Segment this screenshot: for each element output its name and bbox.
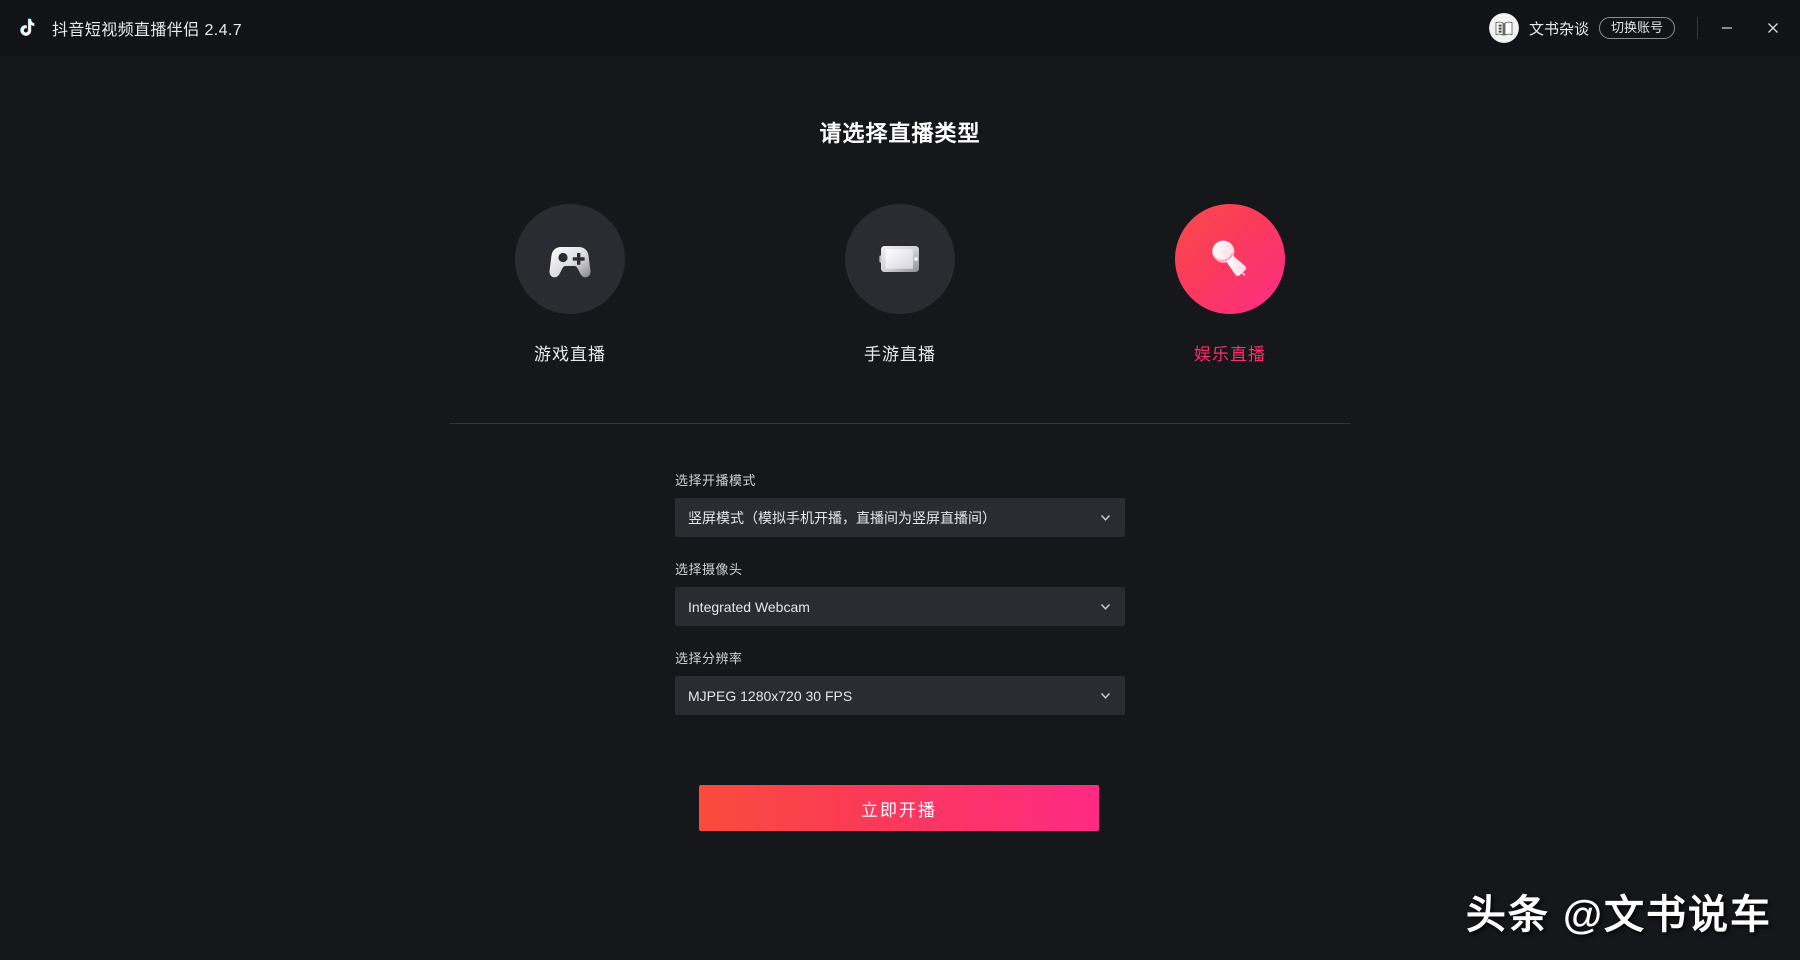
username: 文书杂谈: [1528, 20, 1589, 38]
app-title: 抖音短视频直播伴侣 2.4.7: [52, 22, 243, 39]
open-book-avatar[interactable]: [1488, 13, 1519, 43]
titlebar-right-group: 文书杂谈 切换账号: [1488, 0, 1800, 56]
titlebar-divider: [1697, 17, 1698, 39]
stream-type-game-label: 游戏直播: [534, 345, 606, 364]
switch-account-button[interactable]: 切换账号: [1598, 17, 1675, 39]
page-title: 请选择直播类型: [819, 121, 981, 146]
tiktok-note-icon: [14, 15, 40, 41]
field-mode: 选择开播模式 竖屏模式（模拟手机开播，直播间为竖屏直播间）: [675, 470, 1125, 537]
field-camera: 选择摄像头 Integrated Webcam: [675, 559, 1125, 626]
stream-type-game[interactable]: 游戏直播: [491, 204, 649, 365]
camera-select-value: Integrated Webcam: [688, 598, 810, 615]
resolution-select[interactable]: MJPEG 1280x720 30 FPS: [675, 676, 1125, 715]
microphone-icon: [1210, 240, 1247, 277]
resolution-select-value: MJPEG 1280x720 30 FPS: [688, 687, 853, 704]
chevron-down-icon: [1098, 510, 1113, 525]
close-icon[interactable]: [1750, 0, 1796, 56]
phone-landscape-icon: [879, 246, 919, 272]
resolution-label: 选择分辨率: [675, 651, 743, 666]
camera-label: 选择摄像头: [675, 562, 743, 577]
chevron-down-icon: [1098, 688, 1113, 703]
camera-select[interactable]: Integrated Webcam: [675, 587, 1125, 626]
mode-select-value: 竖屏模式（模拟手机开播，直播间为竖屏直播间）: [688, 509, 996, 526]
mode-select[interactable]: 竖屏模式（模拟手机开播，直播间为竖屏直播间）: [675, 498, 1125, 537]
watermark: 头条 @文书说车: [1465, 893, 1772, 937]
mode-label: 选择开播模式: [675, 473, 757, 488]
gamepad-icon: [549, 247, 591, 278]
start-streaming-button[interactable]: 立即开播: [699, 785, 1099, 831]
stream-type-entertainment[interactable]: 娱乐直播: [1151, 204, 1309, 365]
stream-type-selector: 游戏直播 手游直播 娱乐直播: [0, 204, 1800, 365]
chevron-down-icon: [1098, 599, 1113, 614]
stream-type-mobile-game-label: 手游直播: [864, 345, 936, 364]
entertainment-type-circle: [1175, 204, 1285, 314]
game-type-circle: [515, 204, 625, 314]
section-divider: [450, 423, 1350, 424]
field-resolution: 选择分辨率 MJPEG 1280x720 30 FPS: [675, 648, 1125, 715]
cta-container: 立即开播: [0, 785, 1800, 831]
titlebar: 抖音短视频直播伴侣 2.4.7 文书杂谈 切换账号: [0, 0, 1800, 56]
mobile-game-type-circle: [845, 204, 955, 314]
stream-settings-form: 选择开播模式 竖屏模式（模拟手机开播，直播间为竖屏直播间） 选择摄像头 Inte…: [675, 470, 1125, 715]
minimize-icon[interactable]: [1704, 0, 1750, 56]
stream-type-mobile-game[interactable]: 手游直播: [821, 204, 979, 365]
stream-type-entertainment-label: 娱乐直播: [1194, 345, 1266, 364]
